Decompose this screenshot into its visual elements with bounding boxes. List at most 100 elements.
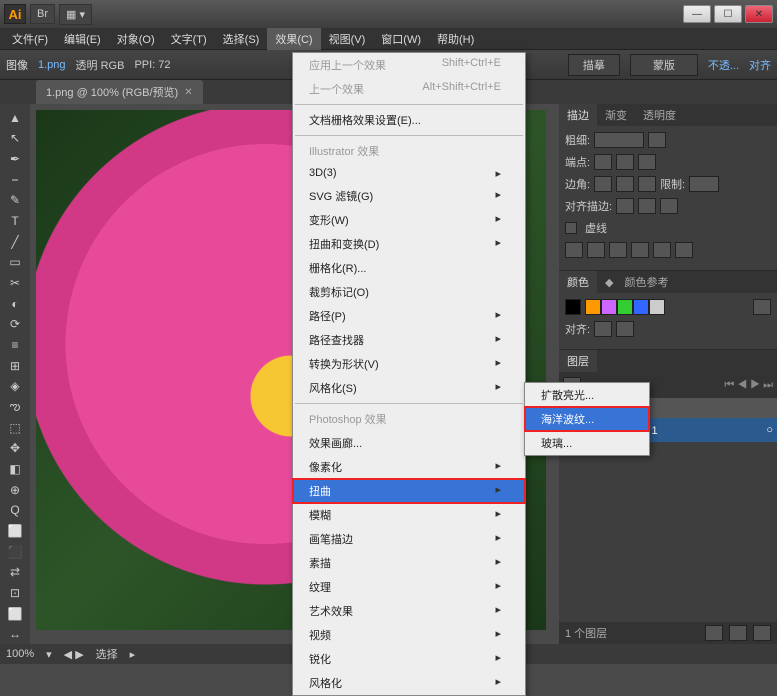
tool-2[interactable]: ✒: [3, 149, 27, 169]
menu-item[interactable]: 路径查找器▸: [293, 328, 525, 352]
swatch[interactable]: [585, 299, 601, 315]
tool-5[interactable]: T: [3, 211, 27, 231]
mask-button[interactable]: 蒙版: [630, 54, 698, 76]
tool-22[interactable]: ⇄: [3, 562, 27, 582]
tab-stroke[interactable]: 描边: [559, 104, 597, 126]
corner-miter[interactable]: [594, 176, 612, 192]
menu-item[interactable]: 纹理▸: [293, 575, 525, 599]
corner-round[interactable]: [616, 176, 634, 192]
tool-3[interactable]: ⎯: [3, 170, 27, 190]
menu-item[interactable]: 扩散亮光...: [525, 383, 649, 407]
align-center[interactable]: [616, 198, 634, 214]
color-options[interactable]: [753, 299, 771, 315]
tool-6[interactable]: ╱: [3, 232, 27, 252]
menu-item[interactable]: SVG 滤镜(G)▸: [293, 184, 525, 208]
tool-17[interactable]: ◧: [3, 459, 27, 479]
tool-15[interactable]: ⬚: [3, 418, 27, 438]
stroke-weight-stepper[interactable]: [648, 132, 666, 148]
tool-8[interactable]: ✂: [3, 273, 27, 293]
menu-2[interactable]: 对象(O): [109, 28, 163, 50]
maximize-button[interactable]: ☐: [714, 5, 742, 23]
delete-layer[interactable]: [753, 625, 771, 641]
menu-item[interactable]: 视频▸: [293, 623, 525, 647]
tool-9[interactable]: ◐: [3, 294, 27, 314]
menu-item[interactable]: 艺术效果▸: [293, 599, 525, 623]
swatch[interactable]: [649, 299, 665, 315]
menu-4[interactable]: 选择(S): [215, 28, 268, 50]
tool-10[interactable]: ⟳: [3, 315, 27, 335]
trace-button[interactable]: 描摹: [568, 54, 620, 76]
new-layer[interactable]: [729, 625, 747, 641]
menu-item[interactable]: 风格化▸: [293, 671, 525, 695]
align-link[interactable]: 对齐: [749, 57, 771, 73]
close-tab-icon[interactable]: ✕: [184, 87, 192, 98]
menu-3[interactable]: 文字(T): [163, 28, 215, 50]
tool-11[interactable]: ≡: [3, 335, 27, 355]
menu-item[interactable]: 像素化▸: [293, 455, 525, 479]
tool-14[interactable]: ఌ: [3, 397, 27, 417]
swatch[interactable]: [617, 299, 633, 315]
bridge-button[interactable]: Br: [30, 4, 55, 24]
tool-13[interactable]: ◈: [3, 377, 27, 397]
menu-item[interactable]: 栅格化(R)...: [293, 256, 525, 280]
cap-round[interactable]: [616, 154, 634, 170]
swatch[interactable]: [633, 299, 649, 315]
tool-20[interactable]: ⬜: [3, 521, 27, 541]
align-inside[interactable]: [638, 198, 656, 214]
menu-item[interactable]: 变形(W)▸: [293, 208, 525, 232]
align-btn-1[interactable]: [594, 321, 612, 337]
menu-1[interactable]: 编辑(E): [56, 28, 109, 50]
tool-12[interactable]: ⊞: [3, 356, 27, 376]
tool-0[interactable]: ▲: [3, 108, 27, 128]
menu-6[interactable]: 视图(V): [321, 28, 374, 50]
menu-item[interactable]: 风格化(S)▸: [293, 376, 525, 400]
tool-4[interactable]: ✎: [3, 191, 27, 211]
minimize-button[interactable]: —: [683, 5, 711, 23]
menu-item[interactable]: 玻璃...: [525, 431, 649, 455]
stroke-weight-input[interactable]: [594, 132, 644, 148]
tool-25[interactable]: ↔: [3, 624, 27, 644]
corner-bevel[interactable]: [638, 176, 656, 192]
menu-item[interactable]: 裁剪标记(O): [293, 280, 525, 304]
opacity-link[interactable]: 不透...: [708, 57, 739, 73]
menu-item[interactable]: 路径(P)▸: [293, 304, 525, 328]
menu-item[interactable]: 转换为形状(V)▸: [293, 352, 525, 376]
tool-7[interactable]: ▭: [3, 253, 27, 273]
menu-item[interactable]: 扭曲▸: [293, 479, 525, 503]
cap-square[interactable]: [638, 154, 656, 170]
new-sublayer[interactable]: [705, 625, 723, 641]
tab-gradient[interactable]: 渐变: [597, 104, 635, 126]
tool-16[interactable]: ✥: [3, 439, 27, 459]
tool-23[interactable]: ⊡: [3, 583, 27, 603]
close-button[interactable]: ✕: [745, 5, 773, 23]
document-tab[interactable]: 1.png @ 100% (RGB/预览) ✕: [36, 80, 203, 104]
dash-checkbox[interactable]: [565, 222, 577, 234]
align-btn-2[interactable]: [616, 321, 634, 337]
menu-item[interactable]: 扭曲和变换(D)▸: [293, 232, 525, 256]
tab-transparency[interactable]: 透明度: [635, 104, 684, 126]
zoom-level[interactable]: 100%: [6, 648, 34, 660]
tool-1[interactable]: ↖: [3, 129, 27, 149]
menu-0[interactable]: 文件(F): [4, 28, 56, 50]
arrange-docs-button[interactable]: ▦ ▾: [59, 4, 92, 25]
limit-input[interactable]: [689, 176, 719, 192]
file-link[interactable]: 1.png: [38, 59, 66, 71]
menu-7[interactable]: 窗口(W): [373, 28, 429, 50]
tab-color[interactable]: 颜色: [559, 271, 597, 293]
menu-5[interactable]: 效果(C): [267, 28, 320, 50]
swatch[interactable]: [601, 299, 617, 315]
menu-item[interactable]: 文档栅格效果设置(E)...: [293, 108, 525, 132]
menu-item[interactable]: 海洋波纹...: [525, 407, 649, 431]
tab-layers[interactable]: 图层: [559, 350, 597, 372]
menu-item[interactable]: 画笔描边▸: [293, 527, 525, 551]
tool-21[interactable]: ⬛: [3, 542, 27, 562]
tool-19[interactable]: Q: [3, 500, 27, 520]
menu-item[interactable]: 模糊▸: [293, 503, 525, 527]
menu-item[interactable]: 锐化▸: [293, 647, 525, 671]
menu-item[interactable]: 3D(3)▸: [293, 163, 525, 184]
fill-swatch[interactable]: [565, 299, 581, 315]
tab-color-guide[interactable]: ◆ 颜色参考: [597, 271, 685, 293]
menu-8[interactable]: 帮助(H): [429, 28, 482, 50]
tool-18[interactable]: ⊕: [3, 480, 27, 500]
tool-24[interactable]: ⬜: [3, 604, 27, 624]
